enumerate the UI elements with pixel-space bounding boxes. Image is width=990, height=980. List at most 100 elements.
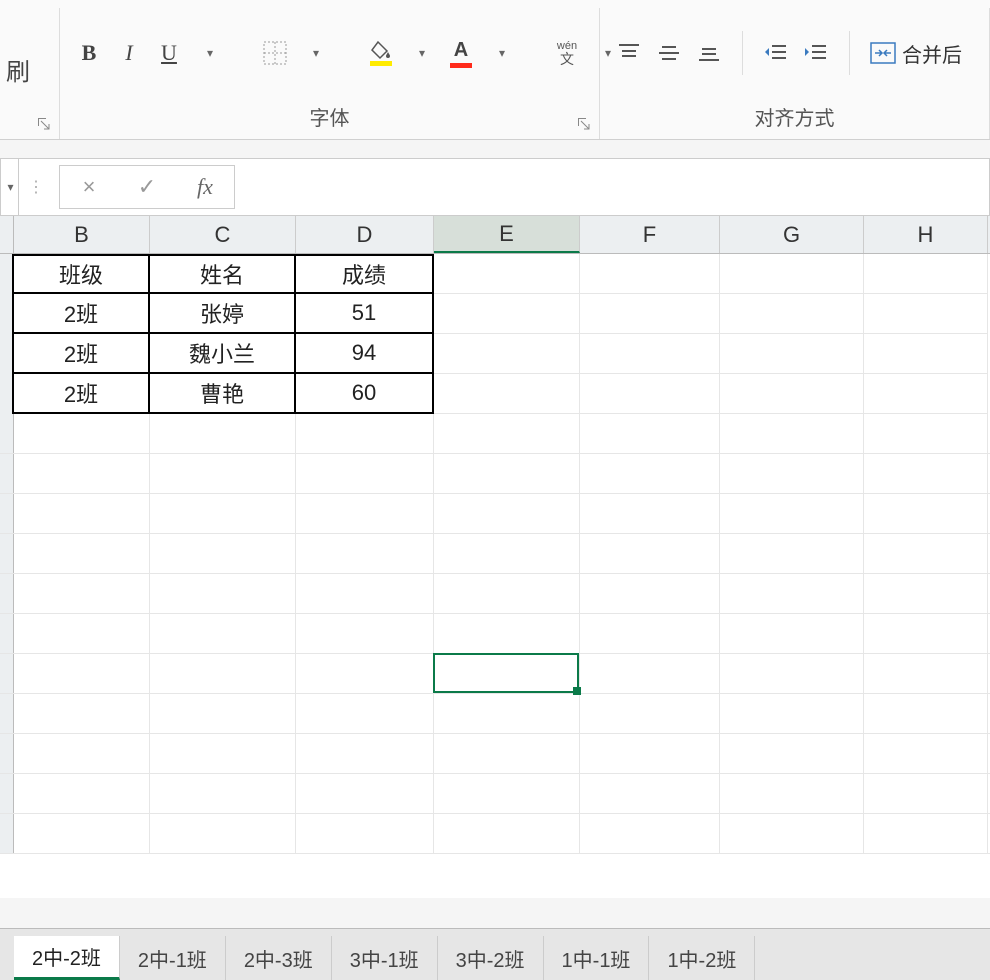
column-header-D[interactable]: D [296, 216, 434, 253]
row-header-stub[interactable] [0, 254, 14, 294]
underline-button[interactable]: U [156, 38, 182, 68]
row-header-stub[interactable] [0, 614, 14, 653]
column-header-E[interactable]: E [434, 216, 580, 253]
cell[interactable] [296, 654, 434, 693]
cell[interactable] [296, 534, 434, 573]
cell[interactable] [864, 494, 988, 533]
cell[interactable] [434, 374, 580, 414]
cell[interactable]: 张婷 [150, 294, 296, 334]
font-dialog-launcher-icon[interactable] [575, 115, 593, 133]
cell[interactable] [150, 814, 296, 853]
font-color-button[interactable]: A [448, 38, 474, 68]
fill-color-button[interactable] [368, 38, 394, 68]
accept-formula-button[interactable]: ✓ [118, 166, 176, 208]
cell[interactable] [720, 454, 864, 493]
cell[interactable] [150, 654, 296, 693]
cell[interactable] [434, 494, 580, 533]
cell[interactable] [14, 494, 150, 533]
cell[interactable] [296, 614, 434, 653]
cell[interactable]: 51 [296, 294, 434, 334]
cell[interactable] [864, 814, 988, 853]
sheet-tab[interactable]: 2中-3班 [226, 936, 332, 980]
cell[interactable] [14, 414, 150, 453]
cell[interactable] [14, 694, 150, 733]
row-header-stub[interactable] [0, 534, 14, 573]
align-top-button[interactable] [616, 38, 642, 68]
cell[interactable] [150, 534, 296, 573]
cell[interactable]: 成绩 [296, 254, 434, 294]
cell[interactable] [580, 814, 720, 853]
cell[interactable] [580, 454, 720, 493]
cell[interactable] [434, 334, 580, 374]
cell[interactable] [720, 734, 864, 773]
column-header-H[interactable]: H [864, 216, 988, 253]
cell[interactable] [864, 334, 988, 374]
cell[interactable] [150, 574, 296, 613]
cell[interactable] [864, 374, 988, 414]
cell[interactable] [434, 414, 580, 453]
cell[interactable] [864, 294, 988, 334]
row-header-stub[interactable] [0, 654, 14, 693]
cell[interactable] [580, 254, 720, 294]
cell[interactable] [580, 294, 720, 334]
row-header-stub[interactable] [0, 294, 14, 334]
cell[interactable] [720, 614, 864, 653]
sheet-tab[interactable]: 1中-1班 [544, 936, 650, 980]
cell[interactable] [434, 534, 580, 573]
cell[interactable] [150, 734, 296, 773]
cell[interactable] [150, 694, 296, 733]
cell[interactable] [150, 414, 296, 453]
cell[interactable]: 班级 [14, 254, 150, 294]
cell[interactable] [296, 814, 434, 853]
row-header-stub[interactable] [0, 734, 14, 773]
cell[interactable]: 2班 [14, 374, 150, 414]
cell[interactable] [580, 574, 720, 613]
cell[interactable] [14, 654, 150, 693]
cell[interactable]: 曹艳 [150, 374, 296, 414]
cell[interactable] [864, 614, 988, 653]
cell[interactable]: 94 [296, 334, 434, 374]
cell[interactable] [14, 454, 150, 493]
sheet-tab[interactable]: 3中-1班 [332, 936, 438, 980]
clipboard-dialog-launcher-icon[interactable] [35, 115, 53, 133]
cell[interactable] [150, 454, 296, 493]
cell[interactable] [720, 654, 864, 693]
cell[interactable] [296, 694, 434, 733]
column-header-F[interactable]: F [580, 216, 720, 253]
cell[interactable] [434, 814, 580, 853]
cell[interactable]: 2班 [14, 294, 150, 334]
cell[interactable] [296, 734, 434, 773]
cell[interactable] [296, 454, 434, 493]
cell[interactable] [720, 334, 864, 374]
cell[interactable] [580, 734, 720, 773]
cell[interactable] [150, 494, 296, 533]
cell[interactable] [296, 414, 434, 453]
cell[interactable] [864, 654, 988, 693]
cell[interactable] [14, 534, 150, 573]
cell[interactable] [580, 374, 720, 414]
select-all-corner[interactable] [0, 216, 14, 253]
cell[interactable] [14, 734, 150, 773]
cell[interactable] [864, 734, 988, 773]
sheet-tab[interactable]: 2中-1班 [120, 936, 226, 980]
cell[interactable] [864, 774, 988, 813]
row-header-stub[interactable] [0, 814, 14, 853]
row-header-stub[interactable] [0, 494, 14, 533]
column-header-G[interactable]: G [720, 216, 864, 253]
sheet-tab[interactable]: 2中-2班 [14, 936, 120, 980]
cell[interactable] [864, 574, 988, 613]
cell[interactable] [580, 654, 720, 693]
cell[interactable] [434, 734, 580, 773]
cell[interactable] [720, 494, 864, 533]
cell[interactable] [580, 494, 720, 533]
row-header-stub[interactable] [0, 454, 14, 493]
cell[interactable] [720, 774, 864, 813]
cell[interactable] [864, 254, 988, 294]
formula-input[interactable] [241, 165, 983, 209]
cell[interactable] [150, 774, 296, 813]
cell[interactable] [864, 534, 988, 573]
cell[interactable] [720, 374, 864, 414]
row-header-stub[interactable] [0, 694, 14, 733]
cell[interactable] [864, 694, 988, 733]
column-header-C[interactable]: C [150, 216, 296, 253]
